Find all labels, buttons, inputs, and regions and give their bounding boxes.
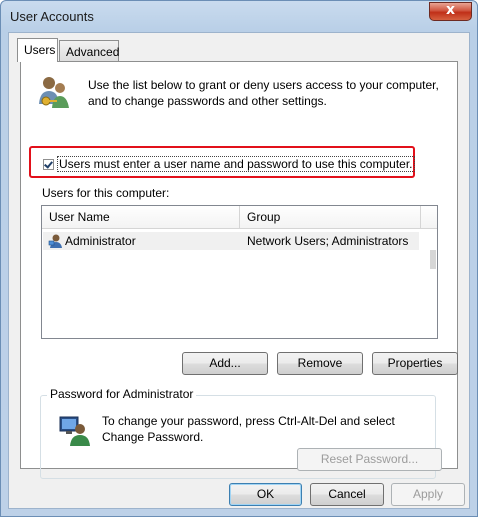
column-header-group[interactable]: Group xyxy=(247,210,280,224)
row-group: Network Users; Administrators xyxy=(247,234,409,248)
column-separator[interactable] xyxy=(239,206,240,228)
checkbox-checked-icon[interactable] xyxy=(43,159,54,170)
add-button[interactable]: Add... xyxy=(182,352,268,375)
password-icon xyxy=(59,416,90,446)
title-bar[interactable]: User Accounts x xyxy=(1,1,477,31)
table-row[interactable]: Administrator Network Users; Administrat… xyxy=(43,232,419,250)
close-button[interactable]: x xyxy=(429,2,472,21)
apply-button[interactable]: Apply xyxy=(391,483,465,506)
users-list-label: Users for this computer: xyxy=(42,186,170,200)
remove-button[interactable]: Remove xyxy=(277,352,363,375)
require-login-label[interactable]: Users must enter a user name and passwor… xyxy=(57,156,415,172)
password-group-title: Password for Administrator xyxy=(47,387,197,401)
column-separator[interactable] xyxy=(420,206,421,228)
password-instructions: To change your password, press Ctrl-Alt-… xyxy=(102,414,395,444)
tab-users[interactable]: Users xyxy=(17,38,58,62)
user-icon xyxy=(48,234,62,248)
ok-button[interactable]: OK xyxy=(229,483,302,506)
users-tab-panel: Use the list below to grant or deny user… xyxy=(20,61,458,479)
row-username: Administrator xyxy=(65,234,136,248)
tab-advanced-label: Advanced xyxy=(66,45,120,59)
scrollbar-thumb[interactable] xyxy=(430,250,436,269)
intro-text: Use the list below to grant or deny user… xyxy=(88,78,439,108)
list-header: User Name Group xyxy=(42,206,437,229)
close-icon: x xyxy=(445,2,456,18)
dialog-client-area: Users Advanced Use the list below to gra… xyxy=(8,32,470,509)
properties-button[interactable]: Properties xyxy=(372,352,458,375)
tab-advanced[interactable]: Advanced xyxy=(59,40,119,61)
dialog-window: User Accounts x Users Advanced Use the l… xyxy=(0,0,478,517)
users-list[interactable]: User Name Group Administrator Network Us… xyxy=(41,205,438,339)
column-header-username[interactable]: User Name xyxy=(49,210,110,224)
cancel-button[interactable]: Cancel xyxy=(310,483,384,506)
tab-users-label: Users xyxy=(24,43,56,57)
reset-password-button[interactable]: Reset Password... xyxy=(297,448,442,471)
window-title: User Accounts xyxy=(10,9,94,24)
users-icon xyxy=(39,77,69,108)
